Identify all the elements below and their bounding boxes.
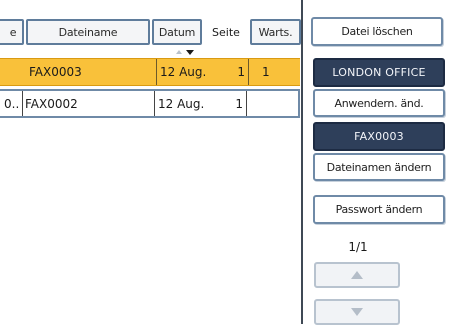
table-row-selected[interactable]: FAX0003 12 Aug. 1 1 <box>0 58 300 86</box>
change-password-label: Passwort ändern <box>335 203 423 216</box>
column-header-prev[interactable]: e <box>0 19 24 45</box>
scroll-up-button[interactable] <box>314 262 400 288</box>
file-name-label: FAX0003 <box>354 130 404 143</box>
user-name-display: LONDON OFFICE <box>313 58 445 87</box>
column-header-date-label: Datum <box>158 25 196 39</box>
change-user-button[interactable]: Anwendern. änd. <box>313 89 445 117</box>
row-pages: 1 <box>223 91 247 116</box>
row-waiting: 1 <box>262 65 270 79</box>
column-header-waiting[interactable]: Warts. <box>250 19 301 45</box>
row-pages: 1 <box>225 59 249 85</box>
sort-descending-icon <box>173 46 197 56</box>
column-header-waiting-label: Warts. <box>258 25 293 39</box>
file-name-display: FAX0003 <box>313 122 445 151</box>
user-name-label: LONDON OFFICE <box>332 66 426 79</box>
column-header-prev-label: e <box>9 25 17 39</box>
change-file-name-button[interactable]: Dateinamen ändern <box>313 153 445 181</box>
row-date: 12 Aug. <box>156 59 206 85</box>
change-file-name-label: Dateinamen ändern <box>326 160 432 174</box>
column-header-pages: Seite <box>203 19 249 45</box>
delete-file-button[interactable]: Datei löschen <box>311 17 443 46</box>
arrow-down-icon <box>350 307 364 317</box>
column-header-filename[interactable]: Dateiname <box>26 19 150 45</box>
file-list: e Dateiname Datum Seite Warts. FAX0003 1… <box>0 0 301 324</box>
column-header-date[interactable]: Datum <box>152 19 202 45</box>
table-row[interactable]: 0.. FAX0002 12 Aug. 1 <box>0 89 300 118</box>
side-panel: Datei löschen LONDON OFFICE Anwendern. ä… <box>303 0 453 325</box>
row-filename: FAX0003 <box>29 65 82 79</box>
row-filename: FAX0002 <box>22 91 78 116</box>
column-header-pages-label: Seite <box>212 25 240 39</box>
delete-file-label: Datei löschen <box>341 25 413 38</box>
row-prefix: 0.. <box>4 96 20 111</box>
row-date: 12 Aug. <box>154 91 204 116</box>
change-password-button[interactable]: Passwort ändern <box>313 195 445 224</box>
arrow-up-icon <box>350 270 364 280</box>
column-header-filename-label: Dateiname <box>58 25 118 39</box>
scroll-down-button[interactable] <box>314 299 400 325</box>
page-indicator: 1/1 <box>348 240 368 254</box>
change-user-label: Anwendern. änd. <box>334 96 424 110</box>
